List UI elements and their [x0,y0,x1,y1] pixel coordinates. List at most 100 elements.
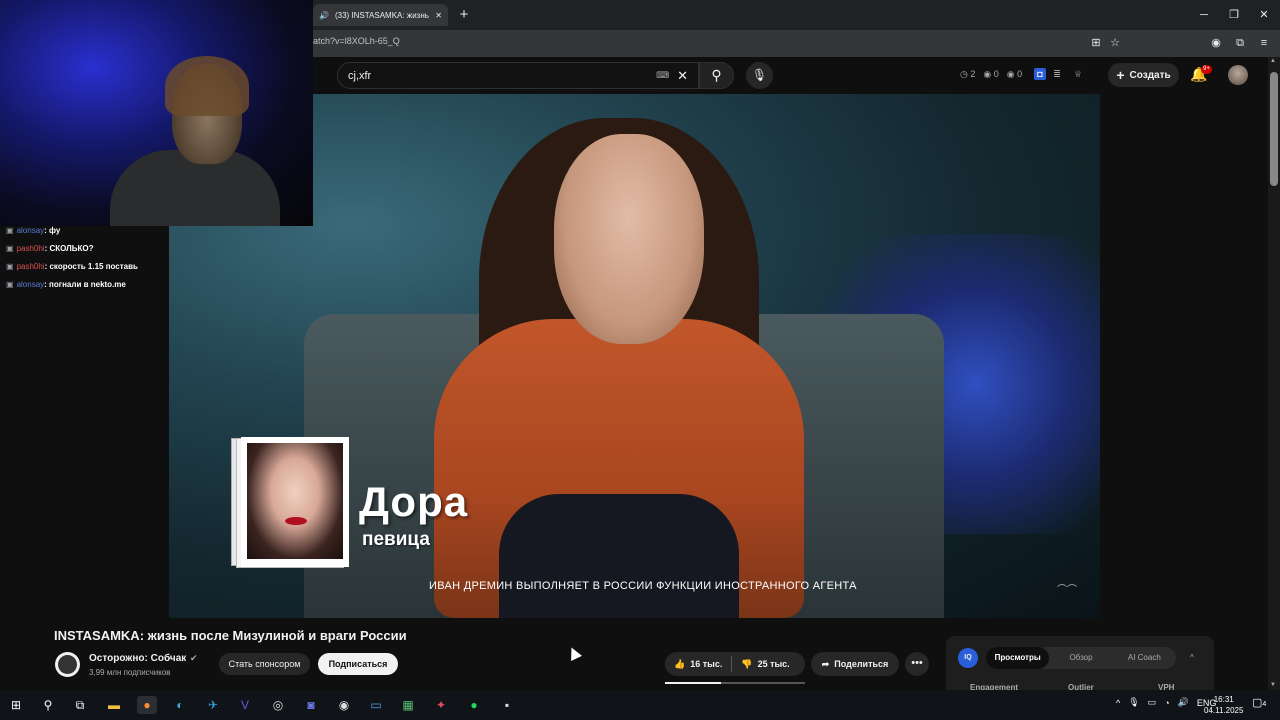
steam-icon[interactable]: ◉ [334,696,354,714]
clock-icon: ◷ [960,69,968,79]
monitor-app-icon[interactable]: ▭ [366,696,386,714]
stat-a: 2 [970,69,976,79]
twitch-badge-icon: ▣ [6,226,14,235]
firefox-icon[interactable]: ● [137,696,157,714]
streamer-webcam [0,0,313,226]
app-v-icon[interactable]: V [235,696,255,714]
edge-icon[interactable]: ◐ [170,696,190,714]
eye-icon: ◉ [983,69,992,79]
channel-name[interactable]: Осторожно: Собчак [89,653,186,664]
channel-avatar[interactable] [55,652,80,677]
more-actions-button[interactable]: ••• [905,652,929,676]
bookmark-star-icon[interactable]: ☆ [1107,35,1123,51]
url-field[interactable]: atch?v=l8XOLh-65_Q [313,36,400,46]
dislike-button[interactable]: 👎 25 тыс. [732,652,798,676]
taskbar-clock[interactable]: 16:31 04.11.2025 [1204,694,1243,716]
notification-badge: 9+ [1201,65,1212,74]
install-app-icon[interactable]: ⊞ [1088,35,1104,51]
app-red-icon[interactable]: ✦ [431,696,451,714]
vidiq-logo[interactable]: IQ [958,648,978,668]
guest-portrait-photo [247,443,343,559]
tray-overflow-icon[interactable]: ^ [1116,698,1120,708]
tab-close-icon[interactable]: ✕ [435,11,442,20]
audio-playing-icon[interactable]: 🔊 [319,11,329,20]
chat-message: ▣ alonsay: фу [6,226,61,235]
new-tab-button[interactable]: + [455,6,473,24]
portrait-lips-shape [285,517,307,525]
telegram-icon[interactable]: ✈ [203,696,223,714]
chevron-up-icon[interactable]: ^ [1190,653,1194,662]
list-icon[interactable]: ≣ [1051,68,1063,80]
share-label: Поделиться [834,659,889,669]
like-button[interactable]: 👍 16 тыс. [665,652,731,676]
join-sponsor-button[interactable]: Стать спонсором [219,653,310,675]
extensions-icon[interactable]: ⧉ [1232,35,1248,51]
discord-icon[interactable]: ◙ [301,696,321,714]
nvidia-icon[interactable]: ▦ [398,696,418,714]
grammarly-icon[interactable]: ◉ [1208,35,1224,51]
notification-center-icon: ▢ [1252,697,1263,709]
minimize-button[interactable]: ─ [1194,6,1214,24]
obs-icon[interactable]: ◎ [268,696,288,714]
clear-search-icon[interactable]: ✕ [677,68,688,84]
scroll-down-arrow-icon[interactable]: ▼ [1270,682,1276,688]
keyboard-icon[interactable]: ⌨ [656,70,669,81]
clock-time: 16:31 [1213,695,1234,704]
task-view-icon[interactable]: ⧉ [70,696,90,714]
extension-stats: ◷ 2 ◉ 0 ◉ 0 [960,69,1022,80]
clock-date: 04.11.2025 [1204,706,1244,715]
vidiq-tab-overview[interactable]: Обзор [1049,647,1112,669]
stat-b: 0 [993,69,999,79]
file-explorer-icon[interactable]: ▬ [104,696,124,714]
chat-message: ▣ pash0hi: скорость 1.15 поставь [6,262,138,271]
search-box[interactable]: cj,xfr ⌨ ✕ [337,62,699,89]
scroll-up-arrow-icon[interactable]: ▲ [1270,58,1276,64]
share-button[interactable]: ➦ Поделиться [811,652,899,676]
thumbs-down-icon: 👎 [741,658,753,669]
vidiq-tab-ai-coach[interactable]: AI Coach [1113,647,1176,669]
microphone-tray-icon[interactable]: 🎙 [1128,697,1139,708]
voice-search-button[interactable]: 🎙 [746,62,773,89]
trophy-icon[interactable]: ♕ [1072,68,1084,80]
channel-watermark: ⌒⌒ [1057,585,1077,596]
like-count: 16 тыс. [690,659,723,669]
chat-message: ▣ alonsay: погнали в nekto.me [6,280,126,289]
taskbar-search-icon[interactable]: ⚲ [38,696,58,714]
vidiq-tab-views[interactable]: Просмотры [986,647,1050,669]
like-dislike-group: 👍 16 тыс. 👎 25 тыс. [665,652,805,676]
vidiq-tabs: Просмотры Обзор AI Coach [986,647,1176,669]
search-icon: ⚲ [711,67,722,83]
chat-username: pash0hi [16,262,45,271]
search-input[interactable]: cj,xfr [348,70,656,82]
subscribe-button[interactable]: Подписаться [318,653,398,675]
browser-menu-icon[interactable]: ≡ [1256,35,1272,51]
search-button[interactable]: ⚲ [699,62,734,89]
more-dots-icon: ••• [911,657,923,669]
chat-text: скорость 1.15 поставь [49,262,138,271]
chat-text: погнали в nekto.me [49,280,126,289]
foreign-agent-notice: ИВАН ДРЕМИН ВЫПОЛНЯЕТ В РОССИИ ФУНКЦИИ И… [429,580,857,592]
network-icon[interactable]: ▭ [1148,697,1157,708]
restore-button[interactable]: ❐ [1224,6,1244,24]
terminal-icon[interactable]: ▪ [497,696,517,714]
vidiq-extension-icon[interactable]: ◘ [1034,68,1046,80]
wifi-icon[interactable]: ◔ [1164,698,1169,708]
user-avatar[interactable] [1228,65,1248,85]
browser-tab-active[interactable]: 🔊 (33) INSTASAMKA: жизнь п ✕ [313,4,448,26]
spotify-icon[interactable]: ● [464,696,484,714]
dislike-count: 25 тыс. [757,659,790,669]
video-title: INSTASAMKA: жизнь после Мизулиной и враг… [54,628,407,643]
system-tray: ^ 🎙 ▭ ◔ 🔊 ENG [1116,697,1216,708]
scrollbar-thumb[interactable] [1270,72,1278,186]
action-center-button[interactable]: ▢4 [1252,696,1266,709]
thumbs-up-icon: 👍 [674,658,686,669]
guest-legs-shape [499,494,739,618]
twitch-badge-icon: ▣ [6,244,14,253]
create-button[interactable]: + Создать [1108,63,1179,87]
window-close-button[interactable]: ✕ [1254,6,1274,24]
windows-taskbar [0,690,1280,720]
video-side-area [1100,94,1268,618]
streamer-hair-shape [165,56,249,116]
volume-icon[interactable]: 🔊 [1178,697,1189,708]
windows-start-icon[interactable]: ⊞ [6,696,26,714]
